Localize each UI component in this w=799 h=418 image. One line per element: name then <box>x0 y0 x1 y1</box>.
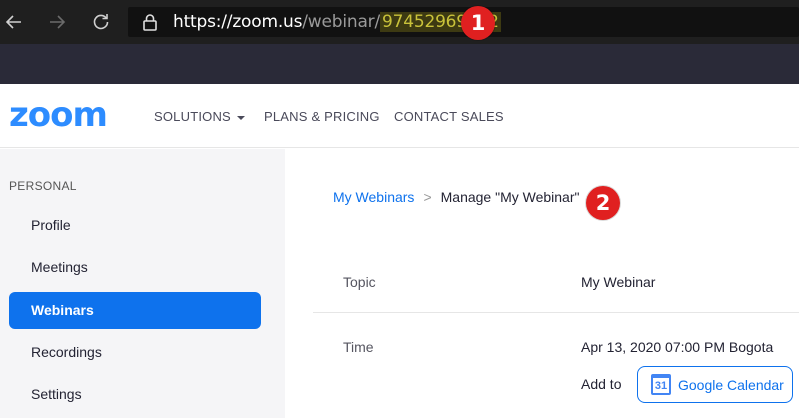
annotation-badge-1: 1 <box>461 6 495 40</box>
breadcrumb-my-webinars-link[interactable]: My Webinars <box>333 189 414 205</box>
nav-plans-pricing[interactable]: PLANS & PRICING <box>264 109 380 124</box>
sidebar-section-personal: PERSONAL <box>9 179 77 193</box>
google-calendar-icon: 31 <box>651 374 671 395</box>
nav-contact-sales[interactable]: CONTACT SALES <box>394 109 504 124</box>
google-calendar-label: Google Calendar <box>678 376 784 393</box>
sidebar-item-webinars[interactable]: Webinars <box>9 292 261 329</box>
browser-toolbar: https://zoom.us/webinar/97452969492 <box>0 0 799 44</box>
url-host: https://zoom.us <box>173 12 303 32</box>
zoom-logo[interactable]: zoom <box>9 95 108 135</box>
sidebar-item-recordings[interactable]: Recordings <box>9 334 261 371</box>
caret-down-icon <box>236 115 245 120</box>
reload-icon[interactable] <box>88 9 114 35</box>
topic-value: My Webinar <box>581 274 656 290</box>
site-header: zoom SOLUTIONS PLANS & PRICING CONTACT S… <box>0 84 799 148</box>
row-divider <box>313 312 799 313</box>
breadcrumb-separator: > <box>423 189 432 205</box>
nav-solutions-label: SOLUTIONS <box>154 109 231 124</box>
sidebar-item-profile[interactable]: Profile <box>9 207 261 244</box>
nav-solutions[interactable]: SOLUTIONS <box>154 109 245 124</box>
url-path: /webinar/ <box>302 12 380 32</box>
back-arrow-icon[interactable] <box>1 9 27 35</box>
url-text: https://zoom.us/webinar/97452969492 <box>173 12 501 32</box>
topic-label: Topic <box>343 274 376 290</box>
breadcrumb-current-page: Manage "My Webinar" <box>440 189 580 205</box>
browser-tab-strip <box>0 44 799 84</box>
sidebar: PERSONAL Profile Meetings Webinars Recor… <box>0 149 285 418</box>
breadcrumb: My Webinars > Manage "My Webinar" <box>333 189 579 205</box>
google-calendar-button[interactable]: 31 Google Calendar <box>637 366 793 403</box>
sidebar-item-settings[interactable]: Settings <box>9 376 261 413</box>
time-label: Time <box>343 339 374 355</box>
add-to-label: Add to <box>581 376 622 392</box>
lock-icon <box>143 14 157 31</box>
annotation-badge-2: 2 <box>586 186 620 220</box>
sidebar-item-meetings[interactable]: Meetings <box>9 249 261 286</box>
forward-arrow-icon[interactable] <box>44 9 70 35</box>
time-value: Apr 13, 2020 07:00 PM Bogota <box>581 339 774 355</box>
